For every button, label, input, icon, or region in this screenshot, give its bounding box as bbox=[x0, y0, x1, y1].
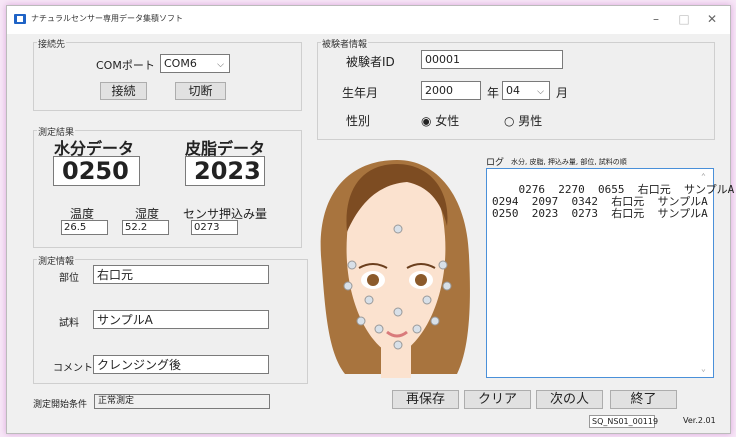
exit-button[interactable]: 終了 bbox=[610, 390, 677, 409]
start-condition-label: 測定開始条件 bbox=[33, 400, 88, 410]
subject-id-label: 被験者ID bbox=[346, 55, 395, 69]
info-group-label: 測定情報 bbox=[37, 254, 76, 267]
minimize-button[interactable]: – bbox=[647, 11, 665, 27]
face-illustration bbox=[320, 160, 470, 378]
comment-label: コメント bbox=[53, 363, 93, 374]
sample-label: 試料 bbox=[59, 318, 79, 329]
com-port-value: COM6 bbox=[164, 57, 197, 70]
log-label: ログ bbox=[486, 158, 505, 168]
disconnect-button[interactable]: 切断 bbox=[175, 82, 226, 100]
comment-input[interactable]: クレンジング後 bbox=[93, 355, 269, 374]
com-port-label: COMポート bbox=[96, 59, 155, 72]
pressure-value: 0273 bbox=[191, 220, 238, 235]
app-icon bbox=[14, 14, 26, 24]
month-suffix: 月 bbox=[556, 86, 569, 100]
subject-id-input[interactable]: 00001 bbox=[421, 50, 563, 69]
female-radio[interactable]: ◉ 女性 bbox=[421, 112, 459, 129]
birth-label: 生年月 bbox=[342, 86, 379, 100]
connect-button[interactable]: 接続 bbox=[100, 82, 147, 100]
close-button[interactable]: ✕ bbox=[703, 11, 721, 27]
sample-input[interactable]: サンプルA bbox=[93, 310, 269, 329]
version-label: Ver.2.01 bbox=[683, 416, 716, 425]
birth-month-value: 04 bbox=[506, 84, 520, 97]
subject-group-label: 被験者情報 bbox=[321, 37, 369, 50]
site-label: 部位 bbox=[59, 273, 79, 284]
clear-button[interactable]: クリア bbox=[464, 390, 531, 409]
com-port-select[interactable]: COM6 ⌵ bbox=[160, 54, 230, 73]
temperature-value: 26.5 bbox=[61, 220, 108, 235]
log-header: 水分, 皮脂, 押込み量, 部位, 試料の順 bbox=[511, 158, 627, 166]
year-suffix: 年 bbox=[487, 86, 500, 100]
log-textarea[interactable]: 0276 2270 0655 右口元 サンプルA 0294 2097 0342 … bbox=[486, 168, 734, 378]
app-window: ナチュラルセンサー専用データ集積ソフト – □ ✕ 接続先 COMポート COM… bbox=[6, 5, 734, 434]
birth-year-input[interactable]: 2000 bbox=[421, 81, 481, 100]
moisture-value: 0250 bbox=[53, 156, 140, 186]
device-id: SQ_NS01_00119 bbox=[589, 415, 658, 428]
window-title: ナチュラルセンサー専用データ集積ソフト bbox=[31, 14, 183, 23]
chevron-down-icon: ⌵ bbox=[217, 60, 224, 70]
log-scrollbar[interactable]: ⌃ ⌄ bbox=[701, 171, 711, 375]
sebum-value: 2023 bbox=[185, 156, 265, 186]
male-radio[interactable]: ○ 男性 bbox=[504, 112, 542, 129]
start-condition-value: 正常測定 bbox=[94, 394, 270, 409]
gender-label: 性別 bbox=[346, 114, 371, 128]
site-input[interactable]: 右口元 bbox=[93, 265, 269, 284]
next-person-button[interactable]: 次の人 bbox=[536, 390, 603, 409]
chevron-down-icon: ⌵ bbox=[537, 87, 544, 97]
title-bar: ナチュラルセンサー専用データ集積ソフト – □ ✕ bbox=[7, 6, 730, 34]
connection-group bbox=[33, 42, 302, 111]
resave-button[interactable]: 再保存 bbox=[392, 390, 459, 409]
log-lines: 0276 2270 0655 右口元 サンプルA 0294 2097 0342 … bbox=[492, 183, 735, 220]
birth-month-select[interactable]: 04 ⌵ bbox=[502, 81, 550, 100]
connection-group-label: 接続先 bbox=[37, 37, 67, 50]
maximize-button[interactable]: □ bbox=[675, 11, 693, 27]
humidity-value: 52.2 bbox=[122, 220, 169, 235]
